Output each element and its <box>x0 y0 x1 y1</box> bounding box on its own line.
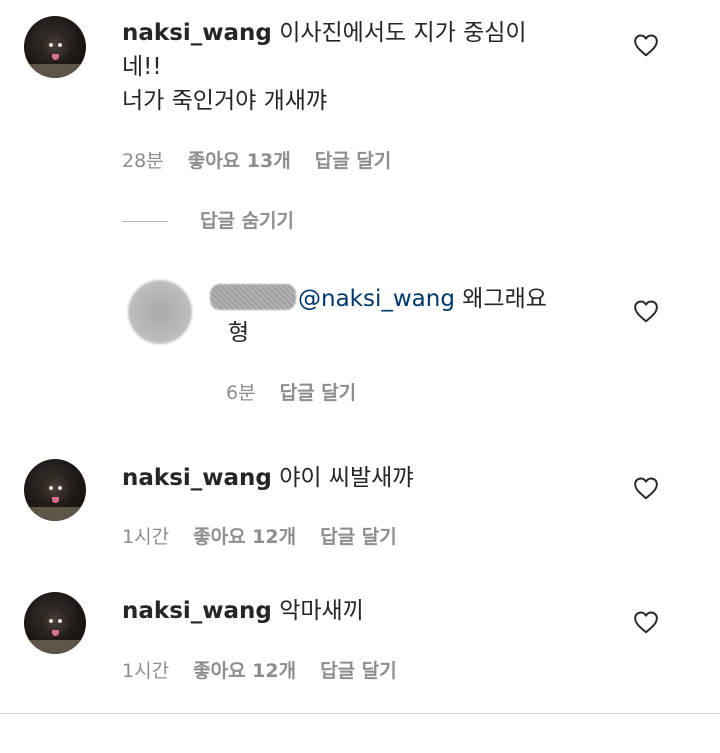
heart-outline-icon[interactable] <box>633 476 659 500</box>
heart-outline-icon[interactable] <box>633 610 659 634</box>
comment-username[interactable]: naksi_wang <box>122 465 272 491</box>
reply-time: 6분 <box>226 382 256 404</box>
comment-likes[interactable]: 좋아요 12개 <box>193 526 296 548</box>
reply-button[interactable]: 답글 달기 <box>320 526 397 548</box>
reply-mention[interactable]: @naksi_wang <box>298 286 455 312</box>
bottom-divider <box>0 713 720 714</box>
reply-text: @naksi_wang 왜그래요 형 <box>210 282 600 350</box>
avatar-redacted[interactable] <box>128 280 192 344</box>
avatar-ground <box>24 640 86 654</box>
avatar-eye-left <box>49 43 53 47</box>
redacted-username[interactable] <box>210 284 296 310</box>
comment-username[interactable]: naksi_wang <box>122 20 272 46</box>
hide-replies-button[interactable]: 답글 숨기기 <box>122 206 294 233</box>
hide-replies-label[interactable]: 답글 숨기기 <box>200 210 294 232</box>
avatar[interactable] <box>24 459 86 521</box>
reply-meta: 6분 답글 달기 <box>226 378 374 405</box>
heart-outline-icon[interactable] <box>633 299 659 323</box>
comment-text: naksi_wang 야이 씨발새꺄 <box>122 461 602 495</box>
reply-button[interactable]: 답글 달기 <box>315 150 392 172</box>
comment-text: naksi_wang 악마새끼 <box>122 594 602 628</box>
reply-body-line2: 형 <box>228 320 250 346</box>
avatar-ground <box>24 64 86 78</box>
reply-body-line1: 왜그래요 <box>462 286 547 312</box>
comment-time: 1시간 <box>122 526 170 548</box>
comment-body-line3: 너가 죽인거야 개새꺄 <box>122 88 328 114</box>
comment-meta: 1시간 좋아요 12개 답글 달기 <box>122 656 415 683</box>
avatar-eye-left <box>49 486 53 490</box>
comment-time: 28분 <box>122 150 164 172</box>
hide-replies-line <box>122 221 168 222</box>
reply-button[interactable]: 답글 달기 <box>280 382 357 404</box>
reply-button[interactable]: 답글 달기 <box>320 660 397 682</box>
comment-meta: 28분 좋아요 13개 답글 달기 <box>122 146 409 173</box>
avatar-eye-right <box>58 486 62 490</box>
comment-likes[interactable]: 좋아요 13개 <box>188 150 291 172</box>
comment-username[interactable]: naksi_wang <box>122 598 272 624</box>
comment-body-line2: 네!! <box>122 54 162 80</box>
comment-time: 1시간 <box>122 660 170 682</box>
comment-body: 악마새끼 <box>279 598 364 624</box>
avatar-eye-right <box>58 619 62 623</box>
avatar[interactable] <box>24 592 86 654</box>
comment-likes[interactable]: 좋아요 12개 <box>193 660 296 682</box>
comment-meta: 1시간 좋아요 12개 답글 달기 <box>122 522 415 549</box>
heart-outline-icon[interactable] <box>633 33 659 57</box>
comment-body-line1: 이사진에서도 지가 중심이 <box>279 20 527 46</box>
comment-text: naksi_wang 이사진에서도 지가 중심이 네!! 너가 죽인거야 개새꺄 <box>122 16 602 118</box>
avatar-eye-left <box>49 619 53 623</box>
avatar-ground <box>24 507 86 521</box>
avatar[interactable] <box>24 16 86 78</box>
avatar-eye-right <box>58 43 62 47</box>
comment-body: 야이 씨발새꺄 <box>279 465 414 491</box>
